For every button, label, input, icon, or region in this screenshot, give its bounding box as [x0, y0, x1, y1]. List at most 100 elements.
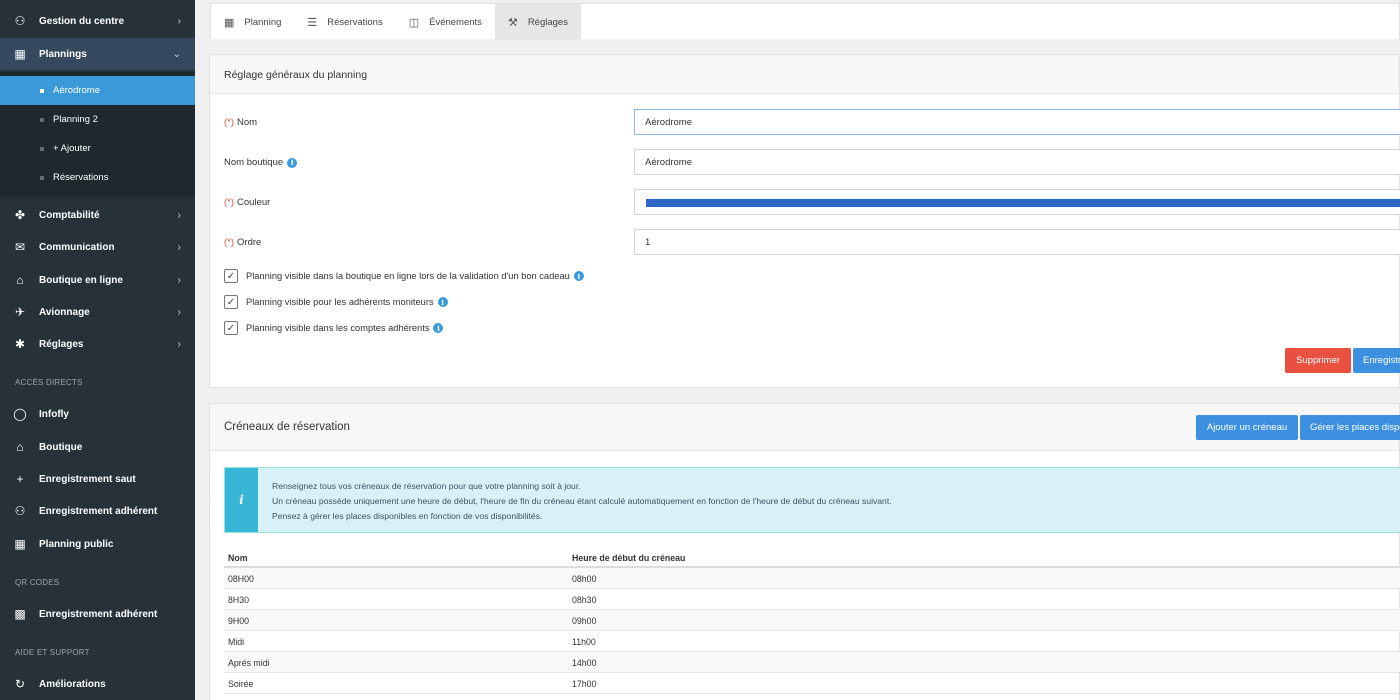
chevron-right-icon: ›: [177, 338, 181, 350]
column-header-heure: Heure de début du créneau: [572, 553, 686, 563]
save-button[interactable]: Enregistrer: [1353, 348, 1400, 373]
cell-heure: 08h00: [572, 574, 597, 584]
delete-button[interactable]: Supprimer: [1285, 348, 1351, 373]
checkbox[interactable]: ✓: [224, 321, 238, 335]
tab-bar: ▦ Planning ☰ Réservations ◫ Événements ⚒…: [210, 3, 1400, 40]
info-icon-glyph: i: [239, 493, 244, 507]
speech-bubble-icon: ◯: [13, 407, 27, 421]
ordre-input[interactable]: 1: [634, 229, 1400, 255]
tab-label: Planning: [244, 16, 282, 28]
color-swatch: [646, 199, 1400, 207]
alert-line: Renseignez tous vos créneaux de réservat…: [272, 481, 581, 491]
direct-item-infofly[interactable]: ◯ Infofly: [0, 398, 195, 430]
nom-boutique-label: Nom boutique i: [224, 157, 298, 168]
card-header: Réglage généraux du planning: [210, 55, 1399, 94]
wrench-icon: ⚒: [507, 16, 518, 29]
help-item-ameliorations[interactable]: ↻ Améliorations: [0, 668, 195, 700]
direct-item-boutique[interactable]: ⌂ Boutique: [0, 431, 195, 463]
nav-boutique-en-ligne[interactable]: ⌂ Boutique en ligne ›: [0, 264, 195, 296]
add-slot-button[interactable]: Ajouter un créneau: [1196, 415, 1298, 440]
cell-heure: 09h00: [572, 616, 597, 626]
tab-reglages[interactable]: ⚒ Réglages: [494, 4, 581, 40]
table-row: 08H00 08h00 ✎: [224, 568, 1400, 589]
nav-label: Enregistrement saut: [39, 473, 136, 485]
couleur-label: (*) Couleur: [224, 197, 270, 208]
info-alert: i Renseignez tous vos créneaux de réserv…: [224, 467, 1400, 533]
nav-label: Enregistrement adhérent: [39, 505, 158, 517]
bullet-icon: [40, 117, 44, 122]
envelope-icon: ✉: [14, 240, 26, 254]
direct-item-enregistrement-adherent[interactable]: ⚇ Enregistrement adhérent: [0, 495, 195, 527]
bullet-icon: [40, 175, 44, 180]
field-label: Ordre: [237, 237, 262, 248]
required-mark: (*): [224, 197, 235, 208]
sub-item-planning-2[interactable]: Planning 2: [0, 105, 195, 134]
tab-evenements[interactable]: ◫ Événements: [396, 4, 495, 40]
chevron-right-icon: ›: [177, 209, 181, 221]
plane-icon: ✈: [14, 305, 26, 319]
nav-avionnage[interactable]: ✈ Avionnage ›: [0, 296, 195, 328]
chevron-right-icon: ›: [177, 241, 181, 253]
checkbox-label: Planning visible dans la boutique en lig…: [246, 271, 570, 281]
cell-nom: 8H30: [228, 595, 250, 605]
nav-label: Réglages: [39, 338, 84, 350]
nav-label: Plannings: [39, 48, 87, 60]
manage-places-button[interactable]: Gérer les places disponibles: [1300, 415, 1400, 440]
sub-item-label: + Ajouter: [53, 143, 91, 154]
nav-reglages[interactable]: ✱ Réglages ›: [0, 328, 195, 360]
event-icon: ◫: [408, 16, 420, 29]
direct-item-planning-public[interactable]: ▦ Planning public: [0, 528, 195, 560]
table-row: 8H30 08h30 ✎: [224, 589, 1400, 610]
nom-input[interactable]: Aérodrome: [634, 109, 1400, 135]
checkbox-label: Planning visible dans les comptes adhére…: [246, 323, 430, 333]
nav-communication[interactable]: ✉ Communication ›: [0, 231, 195, 263]
cell-nom: Soirée: [228, 679, 254, 689]
chevron-right-icon: ›: [177, 274, 181, 286]
sub-item-aerodrome[interactable]: Aérodrome: [0, 76, 195, 105]
card-title: Créneaux de réservation: [224, 421, 350, 433]
delete-label: Supprimer: [1296, 355, 1340, 366]
alert-line: Un créneau possède uniquement une heure …: [272, 496, 892, 506]
nav-label: Boutique en ligne: [39, 274, 123, 286]
table-row: Midi 11h00 ✎: [224, 631, 1400, 652]
direct-item-enregistrement-saut[interactable]: + Enregistrement saut: [0, 463, 195, 495]
cell-heure: 11h00: [572, 637, 596, 647]
sub-item-label: Réservations: [53, 172, 109, 183]
qr-code-icon: ▩: [14, 607, 26, 621]
sidebar: ⚇ Gestion du centre › ▦ Plannings ⌄ Aéro…: [0, 0, 195, 700]
info-icon[interactable]: i: [287, 157, 298, 168]
required-mark: (*): [224, 117, 235, 128]
checkbox[interactable]: ✓: [224, 269, 238, 283]
sub-item-label: Planning 2: [53, 114, 98, 125]
nav-comptabilite[interactable]: ✤ Comptabilité ›: [0, 199, 195, 231]
store-icon: ⌂: [16, 440, 24, 454]
user-add-icon: ⚇: [14, 504, 26, 518]
sub-item-ajouter[interactable]: + Ajouter: [0, 134, 195, 163]
info-icon: i: [225, 468, 258, 532]
info-icon[interactable]: i: [573, 271, 584, 281]
table-row: Soirée 17h00 ✎: [224, 673, 1400, 694]
sub-item-reservations[interactable]: Réservations: [0, 163, 195, 192]
cell-heure: 17h00: [572, 679, 597, 689]
chevron-right-icon: ›: [177, 306, 181, 318]
nav-label: Avionnage: [39, 306, 90, 318]
cell-heure: 14h00: [572, 658, 597, 668]
checkbox[interactable]: ✓: [224, 295, 238, 309]
couleur-picker[interactable]: [634, 189, 1400, 215]
table-row: Aprés midi 14h00 ✎: [224, 652, 1400, 673]
nav-plannings[interactable]: ▦ Plannings ⌄: [0, 38, 195, 70]
cell-nom: 08H00: [228, 574, 254, 584]
tab-planning[interactable]: ▦ Planning: [211, 4, 294, 40]
plannings-submenu: Aérodrome Planning 2 + Ajouter Réservati…: [0, 72, 195, 197]
tab-reservations[interactable]: ☰ Réservations: [294, 4, 395, 40]
section-title-acces-directs: ACCÈS DIRECTS: [15, 378, 83, 387]
info-icon[interactable]: i: [437, 297, 448, 307]
nav-label: Communication: [39, 241, 115, 253]
top-bar: ▦ Planning ☰ Réservations ◫ Événements ⚒…: [195, 0, 1400, 40]
tab-label: Réservations: [327, 16, 383, 28]
nom-boutique-input[interactable]: Aérodrome: [634, 149, 1400, 175]
qr-item-enregistrement-adherent[interactable]: ▩ Enregistrement adhérent: [0, 598, 195, 630]
info-icon[interactable]: i: [433, 323, 444, 333]
nav-label: Comptabilité: [39, 209, 100, 221]
nav-gestion-du-centre[interactable]: ⚇ Gestion du centre ›: [0, 4, 195, 38]
